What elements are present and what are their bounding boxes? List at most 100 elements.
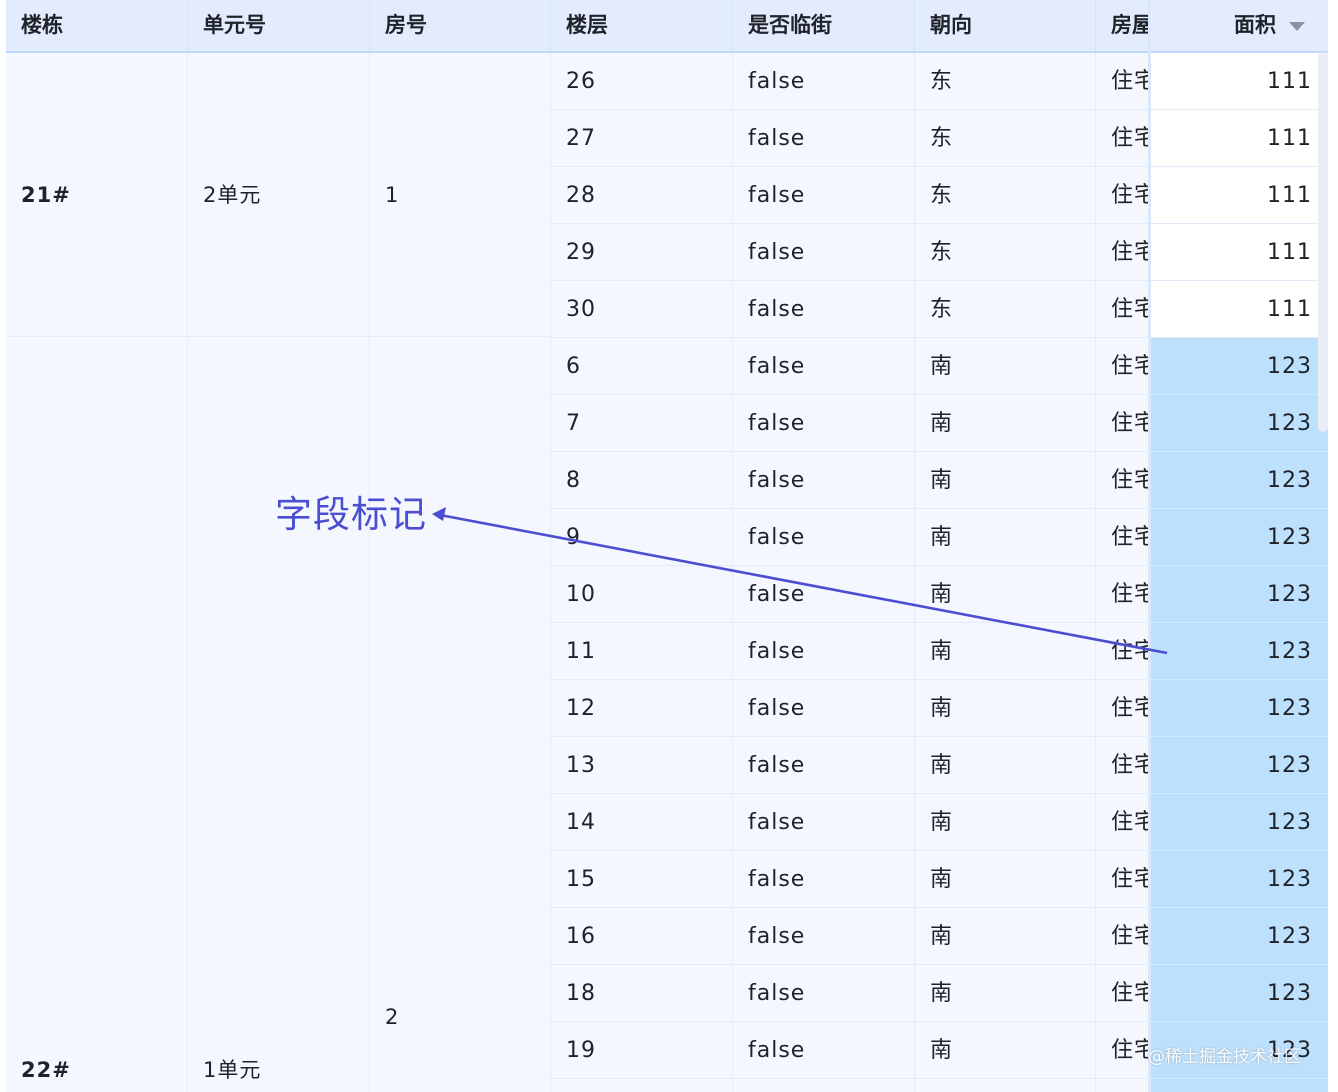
cell-street[interactable]: false — [733, 566, 915, 623]
cell-area[interactable]: 111 — [1148, 53, 1328, 110]
cell-house-type[interactable]: 住宅 — [1096, 167, 1148, 224]
column-header-house-type[interactable]: 房屋 — [1096, 0, 1148, 51]
cell-street[interactable]: false — [733, 794, 915, 851]
cell-street[interactable]: false — [733, 395, 915, 452]
cell-orientation[interactable]: 南 — [915, 395, 1096, 452]
cell-orientation[interactable]: 南 — [915, 680, 1096, 737]
cell-street[interactable]: false — [733, 53, 915, 110]
cell-area[interactable]: 123 — [1148, 338, 1328, 395]
cell-floor[interactable]: 26 — [551, 53, 733, 110]
cell-floor[interactable]: 13 — [551, 737, 733, 794]
cell-floor[interactable]: 8 — [551, 452, 733, 509]
cell-floor[interactable]: 30 — [551, 281, 733, 338]
caret-down-icon[interactable] — [1289, 22, 1305, 31]
column-header-floor[interactable]: 楼层 — [551, 0, 733, 51]
cell-area[interactable]: 111 — [1148, 167, 1328, 224]
cell-house-type[interactable]: 住宅 — [1096, 680, 1148, 737]
cell-floor[interactable]: 6 — [551, 338, 733, 395]
cell-house-type[interactable]: 住宅 — [1096, 224, 1148, 281]
cell-street[interactable]: false — [733, 509, 915, 566]
cell-street[interactable]: false — [733, 338, 915, 395]
group-unit-22[interactable]: 1单元 — [188, 337, 370, 1092]
cell-area[interactable]: 123 — [1148, 395, 1328, 452]
cell-street[interactable]: false — [733, 737, 915, 794]
cell-street[interactable]: false — [733, 167, 915, 224]
cell-area[interactable]: 123 — [1148, 623, 1328, 680]
cell-house-type[interactable]: 住宅 — [1096, 395, 1148, 452]
vertical-scrollbar[interactable] — [1318, 52, 1328, 432]
cell-floor[interactable]: 9 — [551, 509, 733, 566]
cell-street[interactable]: false — [733, 224, 915, 281]
cell-street[interactable]: false — [733, 851, 915, 908]
cell-house-type[interactable]: 住宅 — [1096, 851, 1148, 908]
cell-orientation[interactable]: 南 — [915, 623, 1096, 680]
cell-orientation[interactable]: 南 — [915, 509, 1096, 566]
cell-house-type[interactable]: 住宅 — [1096, 794, 1148, 851]
group-building-21[interactable]: 21# — [6, 53, 188, 337]
cell-floor[interactable]: 10 — [551, 566, 733, 623]
cell-house-type[interactable]: 住宅 — [1096, 338, 1148, 395]
cell-area[interactable]: 123 — [1148, 452, 1328, 509]
cell-house-type[interactable]: 住宅 — [1096, 623, 1148, 680]
cell-orientation[interactable]: 东 — [915, 224, 1096, 281]
cell-house-type[interactable]: 住宅 — [1096, 452, 1148, 509]
cell-house-type[interactable]: 住宅 — [1096, 737, 1148, 794]
cell-orientation[interactable]: 东 — [915, 167, 1096, 224]
cell-floor[interactable]: 27 — [551, 110, 733, 167]
cell-area[interactable]: 123 — [1148, 509, 1328, 566]
cell-street[interactable]: false — [733, 110, 915, 167]
cell-street[interactable]: false — [733, 1079, 915, 1092]
column-header-building[interactable]: 楼栋 — [6, 0, 188, 51]
cell-floor[interactable]: 14 — [551, 794, 733, 851]
cell-house-type[interactable]: 住宅 — [1096, 1079, 1148, 1092]
cell-area[interactable]: 123 — [1148, 851, 1328, 908]
cell-floor[interactable]: 12 — [551, 680, 733, 737]
cell-street[interactable]: false — [733, 908, 915, 965]
cell-orientation[interactable]: 南 — [915, 908, 1096, 965]
column-header-orientation[interactable]: 朝向 — [915, 0, 1096, 51]
cell-house-type[interactable]: 住宅 — [1096, 908, 1148, 965]
cell-street[interactable]: false — [733, 680, 915, 737]
cell-floor[interactable]: 20 — [551, 1079, 733, 1092]
group-room-22[interactable]: 2 — [370, 337, 551, 1092]
cell-house-type[interactable]: 住宅 — [1096, 965, 1148, 1022]
cell-orientation[interactable]: 南 — [915, 452, 1096, 509]
column-header-street[interactable]: 是否临街 — [733, 0, 915, 51]
cell-area[interactable]: 123 — [1148, 737, 1328, 794]
cell-area[interactable]: 123 — [1148, 1079, 1328, 1092]
cell-street[interactable]: false — [733, 281, 915, 338]
cell-orientation[interactable]: 南 — [915, 1022, 1096, 1079]
cell-orientation[interactable]: 东 — [915, 281, 1096, 338]
cell-floor[interactable]: 16 — [551, 908, 733, 965]
cell-orientation[interactable]: 南 — [915, 794, 1096, 851]
cell-area[interactable]: 111 — [1148, 281, 1328, 338]
column-header-room[interactable]: 房号 — [370, 0, 551, 51]
cell-area[interactable]: 123 — [1148, 566, 1328, 623]
cell-street[interactable]: false — [733, 1022, 915, 1079]
cell-house-type[interactable]: 住宅 — [1096, 53, 1148, 110]
group-unit-21[interactable]: 2单元 — [188, 53, 370, 337]
group-building-22[interactable]: 22# — [6, 337, 188, 1092]
cell-floor[interactable]: 29 — [551, 224, 733, 281]
cell-area[interactable]: 123 — [1148, 908, 1328, 965]
cell-orientation[interactable]: 南 — [915, 851, 1096, 908]
cell-orientation[interactable]: 南 — [915, 965, 1096, 1022]
cell-floor[interactable]: 7 — [551, 395, 733, 452]
cell-street[interactable]: false — [733, 965, 915, 1022]
cell-orientation[interactable]: 东 — [915, 110, 1096, 167]
cell-area[interactable]: 111 — [1148, 224, 1328, 281]
column-header-unit[interactable]: 单元号 — [188, 0, 370, 51]
cell-house-type[interactable]: 住宅 — [1096, 281, 1148, 338]
cell-street[interactable]: false — [733, 623, 915, 680]
cell-orientation[interactable]: 南 — [915, 737, 1096, 794]
cell-house-type[interactable]: 住宅 — [1096, 1022, 1148, 1079]
cell-floor[interactable]: 28 — [551, 167, 733, 224]
cell-house-type[interactable]: 住宅 — [1096, 509, 1148, 566]
cell-area[interactable]: 123 — [1148, 965, 1328, 1022]
cell-floor[interactable]: 18 — [551, 965, 733, 1022]
cell-area[interactable]: 123 — [1148, 794, 1328, 851]
cell-orientation[interactable]: 南 — [915, 1079, 1096, 1092]
cell-house-type[interactable]: 住宅 — [1096, 566, 1148, 623]
cell-floor[interactable]: 15 — [551, 851, 733, 908]
cell-area[interactable]: 123 — [1148, 680, 1328, 737]
